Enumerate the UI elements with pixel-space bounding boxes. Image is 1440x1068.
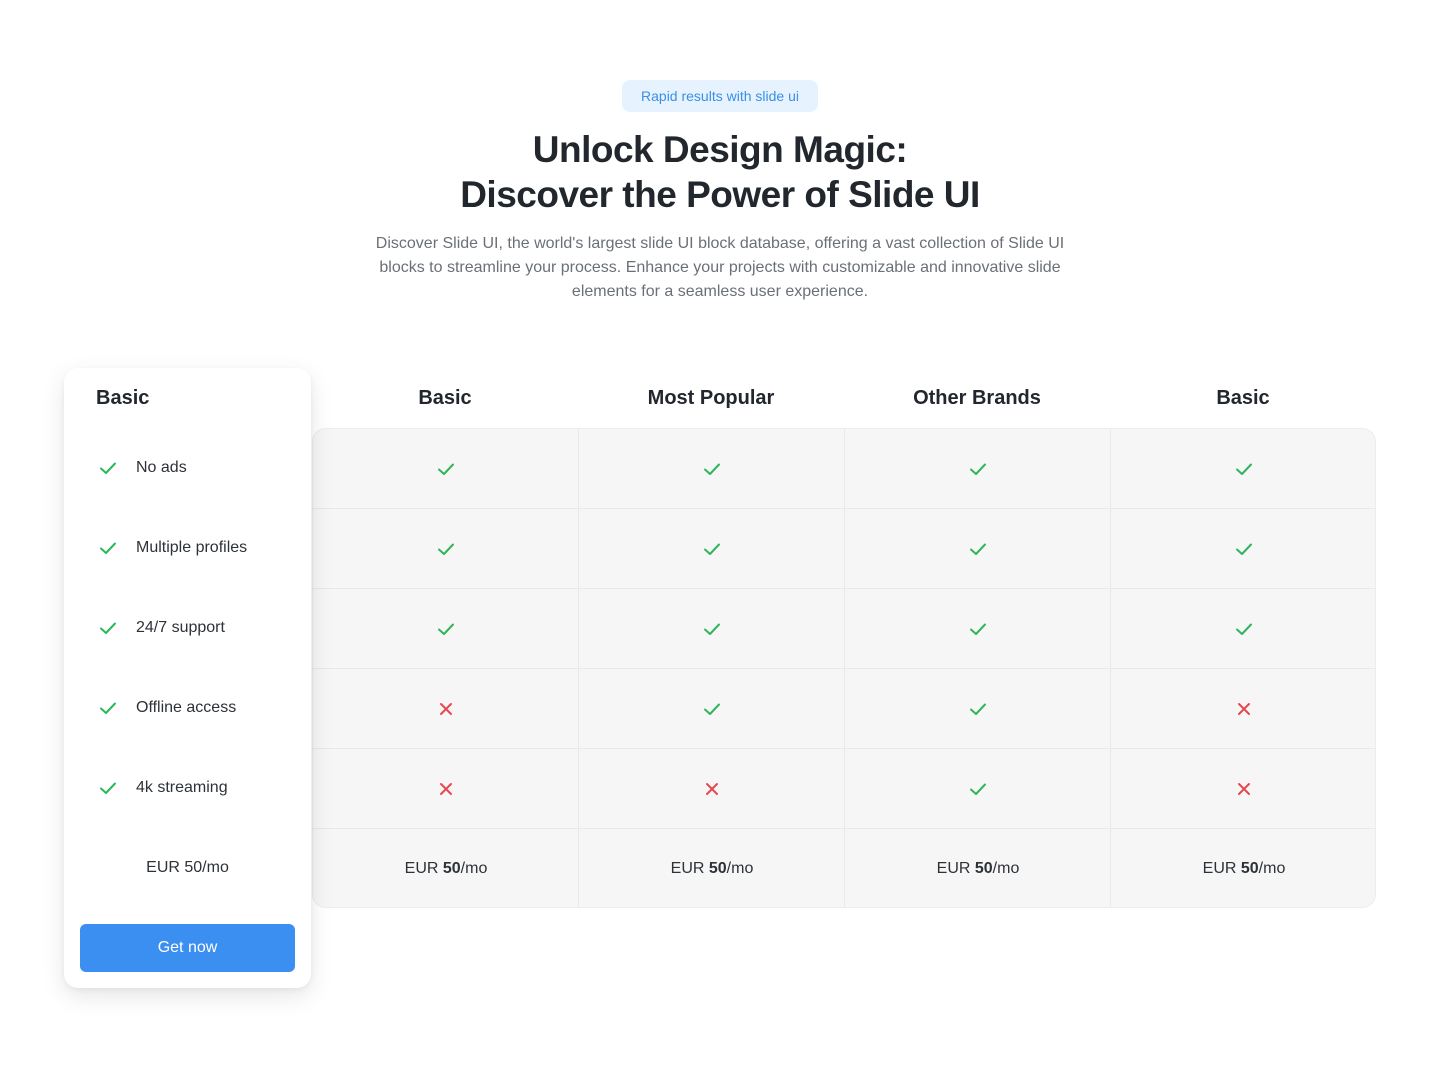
price-cell: EUR 50/mo — [313, 829, 579, 907]
price-cell: EUR 50/mo — [845, 829, 1111, 907]
card-price: EUR 50/mo — [146, 859, 229, 876]
feature-label: 24/7 support — [136, 619, 225, 636]
plan-header: Other Brands — [913, 387, 1041, 409]
feature-cell — [313, 749, 579, 829]
check-icon — [970, 463, 986, 475]
feature-cell — [845, 429, 1111, 509]
cross-icon — [1238, 783, 1250, 795]
price-cell: EUR 50/mo — [1111, 829, 1375, 907]
page-title-line-2: Discover the Power of Slide UI — [460, 174, 980, 215]
feature-cell — [1111, 509, 1375, 589]
check-icon — [704, 463, 720, 475]
check-icon — [1236, 463, 1252, 475]
feature-comparison-row — [313, 669, 1375, 749]
feature-cell — [579, 429, 845, 509]
check-icon — [100, 622, 116, 634]
check-icon — [1236, 623, 1252, 635]
feature-cell — [579, 669, 845, 749]
price-amount: 50 — [708, 860, 727, 877]
price-amount: 50 — [1240, 860, 1259, 877]
price-amount: 50 — [974, 860, 993, 877]
feature-card: Basic No ads Multiple profiles 24/7 suppor… — [64, 368, 311, 988]
check-icon — [97, 537, 119, 559]
feature-cell — [1111, 429, 1375, 509]
feature-cell — [845, 749, 1111, 829]
check-icon — [704, 543, 720, 555]
check-icon — [97, 617, 119, 639]
price-currency: EUR — [1202, 860, 1241, 877]
feature-cell — [313, 429, 579, 509]
check-icon — [438, 463, 454, 475]
plan-header: Basic — [1216, 387, 1270, 409]
feature-cell — [845, 669, 1111, 749]
page-title: Unlock Design Magic: Discover the Power … — [0, 127, 1440, 217]
page-description: Discover Slide UI, the world's largest s… — [375, 235, 1065, 300]
price-period: /mo — [726, 860, 754, 877]
check-icon — [970, 623, 986, 635]
cross-icon — [706, 783, 718, 795]
feature-comparison-row — [313, 589, 1375, 669]
check-icon — [100, 542, 116, 554]
feature-cell — [845, 589, 1111, 669]
feature-row: 4k streaming — [64, 748, 311, 828]
feature-cell — [845, 509, 1111, 589]
check-icon — [970, 703, 986, 715]
check-icon — [970, 543, 986, 555]
cross-icon — [440, 783, 452, 795]
feature-cell — [1111, 669, 1375, 749]
price-amount: 50 — [442, 860, 461, 877]
price-currency: EUR — [670, 860, 709, 877]
feature-row: Offline access — [64, 668, 311, 748]
price-currency: EUR — [404, 860, 443, 877]
feature-cell — [313, 589, 579, 669]
check-icon — [97, 457, 119, 479]
check-icon — [704, 703, 720, 715]
feature-cell — [313, 509, 579, 589]
card-title: Basic — [96, 387, 150, 409]
price-currency: EUR — [936, 860, 975, 877]
feature-cell — [579, 509, 845, 589]
check-icon — [970, 783, 986, 795]
price-period: /mo — [992, 860, 1020, 877]
check-icon — [97, 777, 119, 799]
check-icon — [100, 462, 116, 474]
price-cell: EUR 50/mo — [579, 829, 845, 907]
feature-comparison-row — [313, 509, 1375, 589]
check-icon — [438, 543, 454, 555]
check-icon — [100, 702, 116, 714]
feature-cell — [579, 589, 845, 669]
hero-badge: Rapid results with slide ui — [622, 80, 818, 112]
feature-label: No ads — [136, 459, 187, 476]
price-period: /mo — [1258, 860, 1286, 877]
feature-row: Multiple profiles — [64, 508, 311, 588]
check-icon — [100, 782, 116, 794]
price-row: EUR 50/mo EUR 50/mo EUR 50/mo EUR 50/mo — [313, 829, 1375, 907]
feature-cell — [1111, 589, 1375, 669]
cross-icon — [440, 703, 452, 715]
feature-cell — [313, 669, 579, 749]
check-icon — [97, 697, 119, 719]
page-title-line-1: Unlock Design Magic: — [532, 129, 908, 170]
feature-row: 24/7 support — [64, 588, 311, 668]
cross-icon — [1238, 703, 1250, 715]
feature-row: No ads — [64, 428, 311, 508]
feature-comparison-row — [313, 749, 1375, 829]
plan-header: Most Popular — [647, 387, 775, 409]
price-period: /mo — [460, 860, 488, 877]
feature-label: Offline access — [136, 699, 237, 716]
feature-label: Multiple profiles — [136, 539, 248, 556]
feature-comparison-row — [313, 429, 1375, 509]
pricing-comparison-page: Rapid results with slide ui Unlock Desig… — [0, 0, 1440, 1068]
feature-cell — [1111, 749, 1375, 829]
feature-label: 4k streaming — [136, 779, 228, 796]
feature-cell — [579, 749, 845, 829]
comparison-grid: EUR 50/mo EUR 50/mo EUR 50/mo EUR 50/mo — [312, 428, 1376, 908]
check-icon — [438, 623, 454, 635]
check-icon — [704, 623, 720, 635]
get-now-button[interactable]: Get now — [80, 924, 295, 972]
check-icon — [1236, 543, 1252, 555]
plan-header: Basic — [418, 387, 472, 409]
